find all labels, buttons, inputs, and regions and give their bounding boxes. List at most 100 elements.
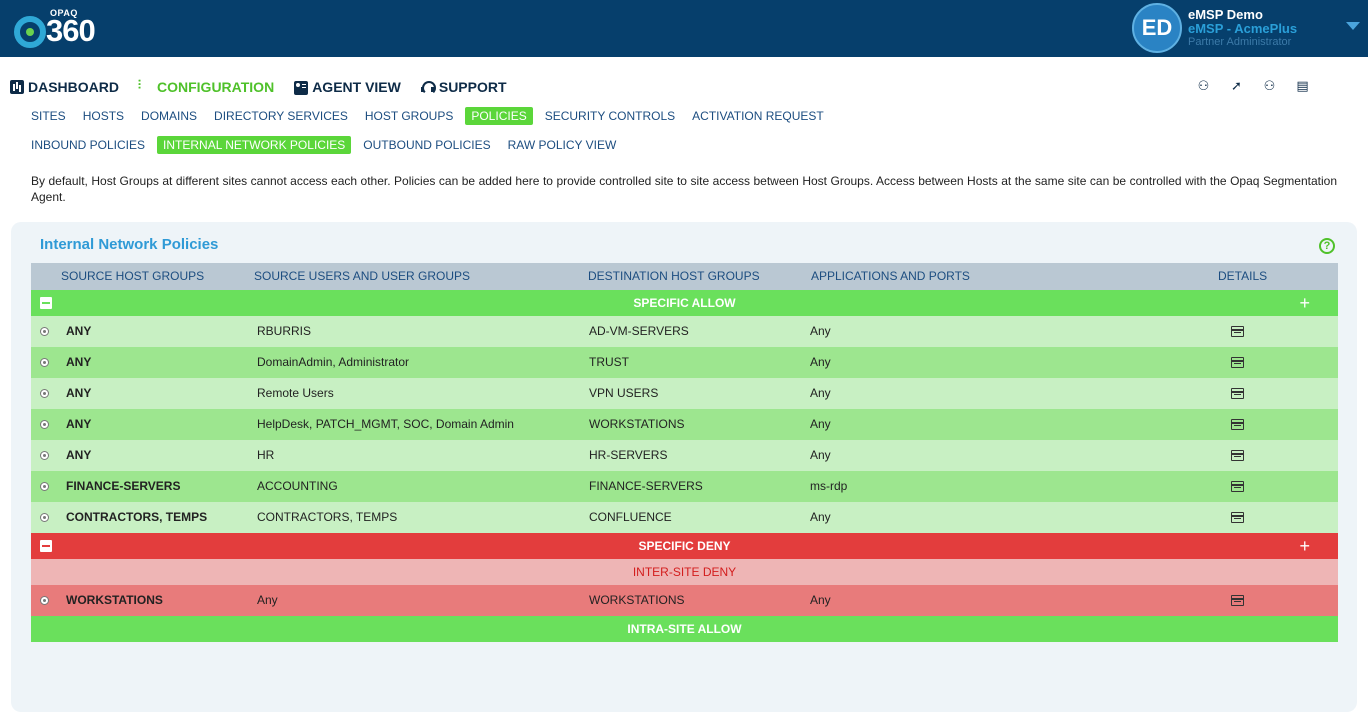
- subnav-security-controls[interactable]: SECURITY CONTROLS: [545, 107, 675, 125]
- col-applications-ports[interactable]: APPLICATIONS AND PORTS: [811, 263, 970, 290]
- subnav-policies[interactable]: POLICIES: [465, 106, 533, 125]
- cell-applications: Any: [810, 386, 831, 400]
- cell-destination-host-group: WORKSTATIONS: [589, 417, 685, 431]
- table-row[interactable]: ANY DomainAdmin, Administrator TRUST Any: [31, 347, 1338, 378]
- dashboard-icon: [10, 80, 24, 94]
- tab-outbound-policies[interactable]: OUTBOUND POLICIES: [363, 136, 490, 154]
- row-select-radio[interactable]: [40, 482, 49, 491]
- chevron-down-icon[interactable]: [1346, 22, 1360, 30]
- utility-icons: ⚇ ➚ ⚇︎ ▤: [1196, 78, 1310, 93]
- details-icon[interactable]: [1231, 388, 1244, 399]
- main-nav: DASHBOARD CONFIGURATION AGENT VIEW SUPPO…: [10, 77, 527, 97]
- user-menu[interactable]: ED eMSP Demo eMSP - AcmePlus Partner Adm…: [1128, 0, 1368, 57]
- cell-applications: Any: [810, 593, 831, 607]
- nav-agent-view-label: AGENT VIEW: [312, 79, 401, 95]
- row-select-radio[interactable]: [40, 327, 49, 336]
- inter-site-deny-band: INTER-SITE DENY: [31, 559, 1338, 585]
- nav-configuration-label: CONFIGURATION: [157, 79, 275, 95]
- table-row[interactable]: ANY Remote Users VPN USERS Any: [31, 378, 1338, 409]
- cell-source-users: Any: [257, 593, 278, 607]
- inter-site-deny-label: INTER-SITE DENY: [632, 565, 737, 579]
- cell-source-users: Remote Users: [257, 386, 334, 400]
- table-row[interactable]: ANY HR HR-SERVERS Any: [31, 440, 1338, 471]
- row-select-radio[interactable]: [40, 513, 49, 522]
- table-row[interactable]: WORKSTATIONS Any WORKSTATIONS Any: [31, 585, 1338, 616]
- cell-destination-host-group: FINANCE-SERVERS: [589, 479, 703, 493]
- details-icon[interactable]: [1231, 419, 1244, 430]
- cell-source-users: DomainAdmin, Administrator: [257, 355, 410, 369]
- subnav-directory-services[interactable]: DIRECTORY SERVICES: [214, 107, 348, 125]
- cell-source-host-group: ANY: [66, 448, 92, 462]
- cell-destination-host-group: WORKSTATIONS: [589, 593, 685, 607]
- subnav-sites[interactable]: SITES: [31, 107, 66, 125]
- cell-applications: Any: [810, 417, 831, 431]
- cell-source-users: HR: [257, 448, 275, 462]
- nav-configuration[interactable]: CONFIGURATION: [138, 77, 275, 97]
- user-icon[interactable]: ⚇: [1196, 78, 1211, 93]
- cell-source-host-group: ANY: [66, 355, 92, 369]
- subnav-activation-request[interactable]: ACTIVATION REQUEST: [692, 107, 824, 125]
- subnav-hosts[interactable]: HOSTS: [83, 107, 124, 125]
- col-source-host-groups[interactable]: SOURCE HOST GROUPS: [61, 263, 204, 290]
- tab-inbound-policies[interactable]: INBOUND POLICIES: [31, 136, 145, 154]
- cell-source-host-group: ANY: [66, 386, 92, 400]
- row-select-radio[interactable]: [40, 389, 49, 398]
- tab-internal-network-policies[interactable]: INTERNAL NETWORK POLICIES: [157, 135, 352, 154]
- subnav-domains[interactable]: DOMAINS: [141, 107, 197, 125]
- policy-subnav: INBOUND POLICIES INTERNAL NETWORK POLICI…: [31, 135, 633, 154]
- nav-dashboard[interactable]: DASHBOARD: [10, 77, 119, 97]
- policies-table: SOURCE HOST GROUPS SOURCE USERS AND USER…: [31, 263, 1338, 642]
- row-select-radio[interactable]: [40, 451, 49, 460]
- details-icon[interactable]: [1231, 512, 1244, 523]
- row-select-radio[interactable]: [40, 358, 49, 367]
- details-icon[interactable]: [1231, 326, 1244, 337]
- row-select-radio[interactable]: [40, 596, 49, 605]
- details-icon[interactable]: [1231, 481, 1244, 492]
- cell-source-users: RBURRIS: [257, 324, 312, 338]
- col-destination-host-groups[interactable]: DESTINATION HOST GROUPS: [588, 263, 760, 290]
- table-row[interactable]: ANY HelpDesk, PATCH_MGMT, SOC, Domain Adm…: [31, 409, 1338, 440]
- cell-destination-host-group: CONFLUENCE: [589, 510, 672, 524]
- nav-support-label: SUPPORT: [438, 79, 507, 95]
- cell-source-host-group: ANY: [66, 417, 92, 431]
- table-row[interactable]: FINANCE-SERVERS ACCOUNTING FINANCE-SERVERS…: [31, 471, 1338, 502]
- col-source-users[interactable]: SOURCE USERS AND USER GROUPS: [254, 263, 470, 290]
- add-allow-policy-button[interactable]: +: [1299, 293, 1310, 313]
- add-deny-policy-button[interactable]: +: [1299, 536, 1310, 556]
- nav-support[interactable]: SUPPORT: [420, 77, 507, 97]
- avatar[interactable]: ED: [1132, 3, 1182, 53]
- cell-source-host-group: FINANCE-SERVERS: [66, 479, 181, 493]
- nav-agent-view[interactable]: AGENT VIEW: [294, 77, 401, 97]
- nav-dashboard-label: DASHBOARD: [28, 79, 119, 95]
- details-icon[interactable]: [1231, 595, 1244, 606]
- details-icon[interactable]: [1231, 450, 1244, 461]
- cell-source-host-group: CONTRACTORS, TEMPS: [66, 510, 208, 524]
- policies-panel: Internal Network Policies ? SOURCE HOST …: [11, 222, 1357, 712]
- user-org: eMSP - AcmePlus: [1188, 21, 1298, 36]
- row-select-radio[interactable]: [40, 420, 49, 429]
- subnav-host-groups[interactable]: HOST GROUPS: [365, 107, 453, 125]
- specific-allow-label: SPECIFIC ALLOW: [633, 296, 736, 310]
- help-icon[interactable]: ?: [1319, 238, 1335, 254]
- cell-source-host-group: WORKSTATIONS: [66, 593, 163, 607]
- configuration-icon: [138, 78, 153, 94]
- cell-destination-host-group: VPN USERS: [589, 386, 659, 400]
- cell-applications: Any: [810, 510, 831, 524]
- users-icon[interactable]: ⚇︎: [1262, 78, 1277, 93]
- table-row[interactable]: CONTRACTORS, TEMPS CONTRACTORS, TEMPS CONF…: [31, 502, 1338, 533]
- cell-source-users: CONTRACTORS, TEMPS: [257, 510, 398, 524]
- trend-icon[interactable]: ➚: [1229, 78, 1244, 93]
- cell-applications: Any: [810, 355, 831, 369]
- opaq-logo[interactable]: OPAQ 360: [12, 6, 122, 50]
- config-subnav: SITES HOSTS DOMAINS DIRECTORY SERVICES H…: [31, 106, 841, 125]
- document-icon[interactable]: ▤: [1295, 78, 1310, 93]
- deny-rows: WORKSTATIONS Any WORKSTATIONS Any: [31, 585, 1338, 616]
- details-icon[interactable]: [1231, 357, 1244, 368]
- logo-ring-icon: [14, 16, 46, 48]
- logo-number: 360: [46, 13, 96, 48]
- cell-source-users: HelpDesk, PATCH_MGMT, SOC, Domain Admin: [257, 417, 514, 431]
- table-row[interactable]: ANY RBURRIS AD-VM-SERVERS Any: [31, 316, 1338, 347]
- cell-source-host-group: ANY: [66, 324, 92, 338]
- tab-raw-policy-view[interactable]: RAW POLICY VIEW: [508, 136, 617, 154]
- page-description: By default, Host Groups at different sit…: [31, 174, 1337, 204]
